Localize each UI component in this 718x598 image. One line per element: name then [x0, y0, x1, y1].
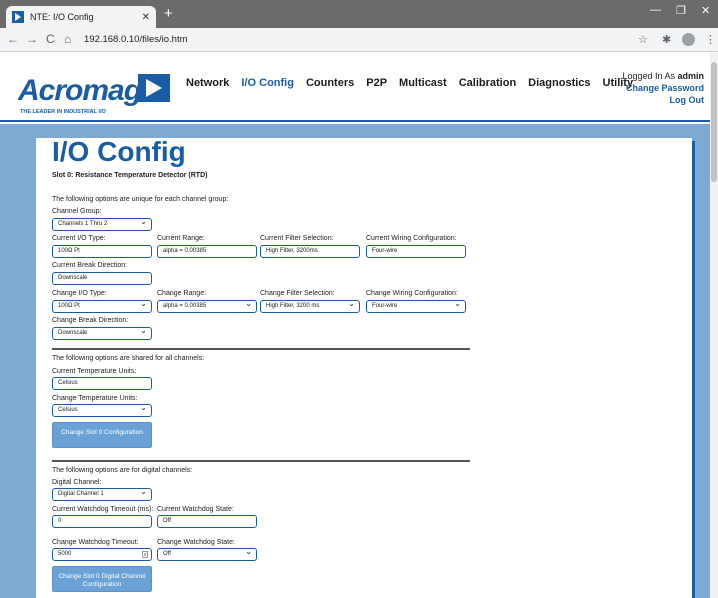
acromag-logo[interactable]: Acromag THE LEADER IN INDUSTRIAL I/O [18, 74, 142, 115]
current-watchdog-state-label: Current Watchdog State: [157, 506, 234, 513]
brand-tagline: THE LEADER IN INDUSTRIAL I/O [20, 109, 106, 115]
change-filter-select[interactable]: High Filter, 3200 ms [260, 298, 360, 313]
back-icon[interactable]: ← [7, 32, 19, 46]
home-icon[interactable]: ⌂ [64, 32, 71, 46]
change-slot-config-button[interactable]: Change Slot 0 Configuration [52, 422, 152, 448]
spinner-arrows-icon[interactable]: ⇕ [142, 551, 148, 558]
logout-link[interactable]: Log Out [622, 94, 705, 106]
channel-group-select[interactable]: Channels 1 Thru 2 [52, 216, 152, 231]
section-divider [52, 460, 470, 462]
change-wiring-select[interactable]: Four-wire [366, 298, 466, 313]
change-digital-config-button[interactable]: Change Slot 0 Digital Channel Configurat… [52, 566, 152, 592]
current-filter-field: High Filter, 3200ms [260, 245, 360, 258]
shared-note: The following options are shared for all… [52, 355, 205, 362]
change-watchdog-timeout-input[interactable]: 5000 ⇕ [52, 548, 152, 561]
login-box: Logged In As admin Change Password Log O… [622, 70, 704, 106]
change-watchdog-state-select[interactable]: Off [157, 546, 257, 561]
slot-title: Slot 0: Resistance Temperature Detector … [52, 172, 208, 179]
current-range-label: Current Range: [157, 235, 205, 242]
restore-icon[interactable]: ❐ [676, 4, 686, 17]
change-password-link[interactable]: Change Password [622, 82, 704, 94]
current-break-field: Downscale [52, 272, 152, 285]
nav-network[interactable]: Network [186, 77, 229, 89]
close-tab-icon[interactable]: ✕ [142, 12, 150, 23]
browser-menu-icon[interactable]: ⋮ [705, 33, 716, 46]
tab-title: NTE: I/O Config [30, 12, 94, 22]
url-field[interactable]: 192.168.0.10/files/io.htm [84, 31, 624, 49]
change-watchdog-state-label: Change Watchdog State: [157, 539, 235, 546]
address-bar: ← → C ⌂ 192.168.0.10/files/io.htm ☆ ✱ ⋮ [0, 28, 718, 52]
current-break-label: Current Break Direction: [52, 262, 128, 269]
site-header: Acromag THE LEADER IN INDUSTRIAL I/O Net… [0, 52, 710, 122]
change-range-label: Change Range: [157, 290, 207, 297]
current-filter-label: Current Filter Selection: [260, 235, 334, 242]
nav-diagnostics[interactable]: Diagnostics [528, 77, 590, 89]
logged-in-label: Logged In As [622, 71, 678, 81]
change-wiring-label: Change Wiring Configuration: [366, 290, 458, 297]
change-break-select[interactable]: Downscale [52, 325, 152, 340]
nav-calibration[interactable]: Calibration [459, 77, 516, 89]
current-watchdog-timeout-label: Current Watchdog Timeout (ms): [52, 506, 154, 513]
change-io-type-select[interactable]: 100Ω Pt [52, 298, 152, 313]
current-watchdog-timeout-field: 0 [52, 515, 152, 528]
current-io-type-label: Current I/O Type: [52, 235, 106, 242]
nav-counters[interactable]: Counters [306, 77, 354, 89]
acromag-favicon-icon [12, 11, 24, 23]
acromag-mark-icon [138, 74, 170, 102]
change-range-select[interactable]: alpha = 0.00385 [157, 298, 257, 313]
profile-avatar[interactable] [682, 33, 695, 46]
digital-note: The following options are for digital ch… [52, 467, 193, 474]
channel-group-label: Channel Group: [52, 208, 102, 215]
section-divider [52, 348, 470, 350]
change-watchdog-timeout-label: Change Watchdog Timeout: [52, 539, 139, 546]
reload-icon[interactable]: C [46, 32, 55, 46]
username: admin [677, 71, 704, 81]
current-io-type-field: 100Ω Pt [52, 245, 152, 258]
change-break-label: Change Break Direction: [52, 317, 129, 324]
io-config-form: I/O Config Slot 0: Resistance Temperatur… [52, 136, 652, 179]
bookmark-star-icon[interactable]: ☆ [638, 33, 648, 46]
scrollbar-thumb[interactable] [711, 62, 717, 182]
browser-titlebar: NTE: I/O Config ✕ + — ❐ ✕ [0, 0, 718, 28]
main-nav: Network I/O Config Counters P2P Multicas… [186, 77, 633, 89]
digital-channel-select[interactable]: Digital Channel 1 [52, 486, 152, 501]
forward-icon[interactable]: → [26, 32, 38, 46]
current-wiring-label: Current Wiring Configuration: [366, 235, 457, 242]
browser-tab[interactable]: NTE: I/O Config ✕ [6, 6, 156, 28]
page-viewport: Acromag THE LEADER IN INDUSTRIAL I/O Net… [0, 52, 710, 598]
watchdog-timeout-value: 5000 [58, 551, 72, 557]
change-temp-units-label: Change Temperature Units: [52, 395, 138, 402]
nav-multicast[interactable]: Multicast [399, 77, 447, 89]
change-temp-units-select[interactable]: Celsius [52, 402, 152, 417]
current-temp-units-label: Current Temperature Units: [52, 368, 137, 375]
close-window-icon[interactable]: ✕ [701, 4, 710, 17]
brand-name: Acromag [18, 74, 142, 107]
current-watchdog-state-field: Off [157, 515, 257, 528]
minimize-icon[interactable]: — [650, 4, 661, 16]
current-range-field: alpha = 0.00385 [157, 245, 257, 258]
current-wiring-field: Four-wire [366, 245, 466, 258]
new-tab-icon[interactable]: + [164, 5, 173, 22]
extensions-icon[interactable]: ✱ [662, 33, 671, 46]
change-filter-label: Change Filter Selection: [260, 290, 335, 297]
unique-note: The following options are unique for eac… [52, 196, 229, 203]
digital-channel-label: Digital Channel: [52, 479, 102, 486]
nav-p2p[interactable]: P2P [366, 77, 387, 89]
nav-io-config[interactable]: I/O Config [241, 77, 294, 89]
current-temp-units-field: Celsius [52, 377, 152, 390]
page-title: I/O Config [52, 136, 186, 167]
change-io-type-label: Change I/O Type: [52, 290, 107, 297]
